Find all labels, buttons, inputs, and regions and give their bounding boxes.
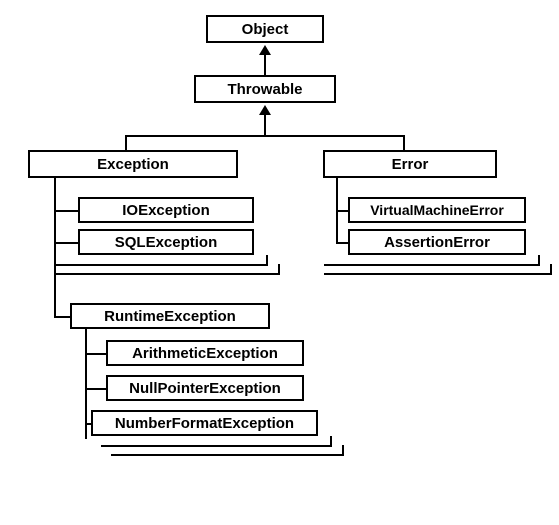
arrow-throwable-to-object bbox=[259, 45, 271, 55]
connector-line bbox=[125, 135, 127, 150]
node-ioexception: IOException bbox=[78, 197, 254, 223]
connector-line bbox=[54, 242, 78, 244]
ellipsis-line bbox=[266, 255, 268, 264]
connector-line bbox=[336, 242, 348, 244]
node-assertionerror: AssertionError bbox=[348, 229, 526, 255]
node-numberformatexception: NumberFormatException bbox=[91, 410, 318, 436]
connector-line bbox=[54, 210, 78, 212]
ellipsis-line bbox=[330, 436, 332, 445]
node-throwable-label: Throwable bbox=[227, 81, 302, 98]
connector-line bbox=[125, 135, 405, 137]
node-nullpointerexception-label: NullPointerException bbox=[129, 380, 281, 397]
connector-line bbox=[54, 178, 56, 318]
ellipsis-line bbox=[550, 264, 552, 273]
ellipsis-line bbox=[538, 255, 540, 264]
ellipsis-line bbox=[54, 264, 268, 266]
node-assertionerror-label: AssertionError bbox=[384, 234, 490, 251]
node-numberformatexception-label: NumberFormatException bbox=[115, 415, 294, 432]
node-object-label: Object bbox=[242, 21, 289, 38]
ellipsis-line bbox=[342, 445, 344, 454]
arrow-children-to-throwable bbox=[259, 105, 271, 115]
node-sqlexception: SQLException bbox=[78, 229, 254, 255]
node-nullpointerexception: NullPointerException bbox=[106, 375, 304, 401]
node-throwable: Throwable bbox=[194, 75, 336, 103]
node-error: Error bbox=[323, 150, 497, 178]
node-arithmeticexception: ArithmeticException bbox=[106, 340, 304, 366]
ellipsis-line bbox=[101, 445, 332, 447]
connector-line bbox=[85, 353, 106, 355]
node-sqlexception-label: SQLException bbox=[115, 234, 218, 251]
connector-line bbox=[85, 388, 106, 390]
ellipsis-line bbox=[324, 273, 552, 275]
ellipsis-line bbox=[111, 454, 344, 456]
connector-line bbox=[264, 115, 266, 135]
node-error-label: Error bbox=[392, 156, 429, 173]
node-virtualmachineerror: VirtualMachineError bbox=[348, 197, 526, 223]
node-exception: Exception bbox=[28, 150, 238, 178]
node-runtimeexception-label: RuntimeException bbox=[104, 308, 236, 325]
ellipsis-line bbox=[324, 264, 540, 266]
node-virtualmachineerror-label: VirtualMachineError bbox=[370, 202, 504, 218]
ellipsis-line bbox=[278, 264, 280, 273]
node-arithmeticexception-label: ArithmeticException bbox=[132, 345, 278, 362]
ellipsis-line bbox=[54, 273, 280, 275]
connector-line bbox=[264, 55, 266, 75]
connector-line bbox=[336, 210, 348, 212]
connector-line bbox=[403, 135, 405, 150]
node-runtimeexception: RuntimeException bbox=[70, 303, 270, 329]
node-ioexception-label: IOException bbox=[122, 202, 210, 219]
connector-line bbox=[54, 316, 70, 318]
node-object: Object bbox=[206, 15, 324, 43]
node-exception-label: Exception bbox=[97, 156, 169, 173]
